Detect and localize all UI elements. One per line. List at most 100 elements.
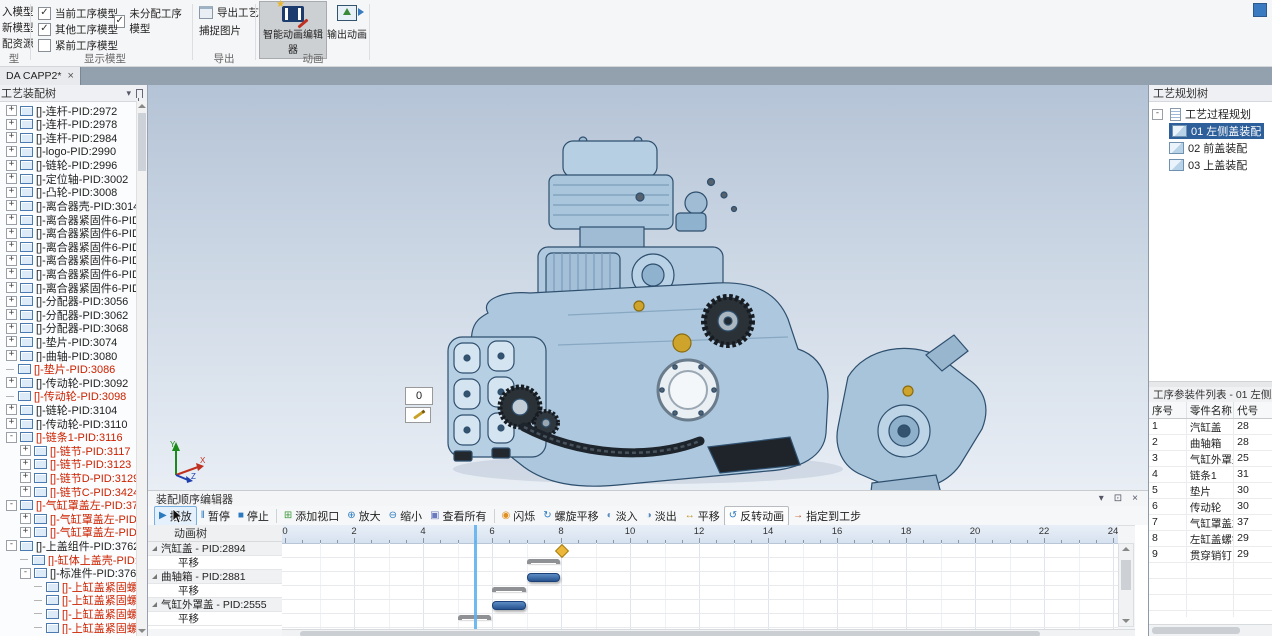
expand-icon[interactable]: + <box>20 459 31 470</box>
parts-column-header[interactable]: 零件名称 <box>1187 402 1234 418</box>
collapse-icon[interactable]: - <box>6 432 17 443</box>
assembly-tree-item[interactable]: +[]-分配器-PID:3062 <box>0 308 137 322</box>
assembly-tree-item[interactable]: +[]-分配器-PID:3068 <box>0 322 137 336</box>
keyframe-diamond[interactable] <box>555 544 569 558</box>
assembly-tree-item[interactable]: +[]-气缸罩盖左-PID: <box>0 526 137 540</box>
collapse-icon[interactable]: - <box>6 540 17 551</box>
assembly-tree-item[interactable]: +[]-垫片-PID:3074 <box>0 335 137 349</box>
parts-table-row[interactable]: 7气缸罩盖左37 <box>1149 515 1272 531</box>
collapse-arrow-icon[interactable] <box>152 602 157 607</box>
timeline[interactable]: 024681012141618202224 <box>282 525 1118 629</box>
assembly-tree-item[interactable]: +[]-离合器紧固件6-PID: <box>0 254 137 268</box>
assembly-tree-item[interactable]: +[]-logo-PID:2990 <box>0 145 137 159</box>
expand-icon[interactable]: + <box>6 214 17 225</box>
expand-icon[interactable]: + <box>6 418 17 429</box>
parts-table-row[interactable]: 5垫片30 <box>1149 483 1272 499</box>
checkbox-checked-icon[interactable]: ✓ <box>38 7 51 20</box>
pin-icon[interactable] <box>136 89 143 98</box>
assembly-tree-item[interactable]: +[]-链节D-PID:3129 <box>0 471 137 485</box>
expand-icon[interactable]: + <box>6 173 17 184</box>
pin-icon[interactable]: ⊡ <box>1114 493 1122 504</box>
assembly-tree-item[interactable]: +[]-链轮-PID:3104 <box>0 403 137 417</box>
expand-icon[interactable]: + <box>6 404 17 415</box>
ribbon-export-button[interactable]: 导出工艺 <box>194 5 259 20</box>
timeline-ruler[interactable]: 024681012141618202224 <box>282 525 1118 544</box>
seq-flash-button[interactable]: ◉闪烁 <box>498 507 540 525</box>
ribbon-extra-icon[interactable] <box>1253 3 1267 17</box>
anim-track-part[interactable]: 曲轴箱 - PID:2881 <box>148 570 282 584</box>
assembly-tree-item[interactable]: -[]-链条1-PID:3116 <box>0 430 137 444</box>
gantt-action-bar[interactable] <box>492 601 526 610</box>
display-model-checkbox[interactable]: ✓其他工序模型 <box>38 22 118 37</box>
expand-icon[interactable]: + <box>6 296 17 307</box>
process-item[interactable]: 02 前盖装配 <box>1169 140 1247 156</box>
seq-reverse-button[interactable]: ↺反转动画 <box>724 506 789 526</box>
expand-icon[interactable]: + <box>20 486 31 497</box>
parts-table-row[interactable]: 9贯穿销钉29 <box>1149 547 1272 563</box>
assembly-tree-item[interactable]: +[]-定位轴-PID:3002 <box>0 172 137 186</box>
assembly-tree-item[interactable]: []-上缸盖紧固螺钉 <box>0 621 137 635</box>
display-model-checkbox[interactable]: ✓未分配工序模型 <box>114 6 192 36</box>
parts-column-header[interactable]: 序号 <box>1149 402 1187 418</box>
process-item[interactable]: 03 上盖装配 <box>1169 157 1247 173</box>
chevron-down-icon[interactable]: ▾ <box>1099 493 1104 504</box>
document-tab[interactable]: DA CAPP2* × <box>0 67 81 85</box>
assembly-tree-item[interactable]: +[]-气缸罩盖左-PID: <box>0 512 137 526</box>
ribbon-export-button[interactable]: 捕捉图片 <box>194 23 241 38</box>
anim-track-action[interactable]: 平移 <box>148 584 282 598</box>
assembly-tree-item[interactable]: +[]-离合器紧固件6-PID: <box>0 226 137 240</box>
scrollbar-thumb[interactable] <box>138 113 146 171</box>
anim-track-action[interactable]: 平移 <box>148 556 282 570</box>
assembly-tree-item[interactable]: []-上缸盖紧固螺钉 <box>0 607 137 621</box>
seq-assign-step-button[interactable]: →指定到工步 <box>789 507 865 525</box>
annotation-edit-box[interactable] <box>405 407 431 423</box>
viewport-3d[interactable]: 0 Y X Z <box>148 85 1148 490</box>
annotation-value-box[interactable]: 0 <box>405 387 433 405</box>
assembly-tree-item[interactable]: []-上缸盖紧固螺钉 <box>0 580 137 594</box>
collapse-arrow-icon[interactable] <box>152 546 157 551</box>
assembly-tree-item[interactable]: +[]-传动轮-PID:3092 <box>0 376 137 390</box>
assembly-tree-item[interactable]: +[]-链节C-PID:3424 <box>0 485 137 499</box>
expand-icon[interactable]: + <box>20 527 31 538</box>
timeline-vertical-scrollbar[interactable] <box>1118 543 1134 627</box>
timeline-horizontal-scrollbar[interactable] <box>282 629 1135 636</box>
assembly-tree-item[interactable]: +[]-离合器壳-PID:3014 <box>0 199 137 213</box>
collapse-arrow-icon[interactable] <box>152 574 157 579</box>
checkbox-checked-icon[interactable]: ✓ <box>38 23 51 36</box>
seq-fade-out-button[interactable]: ◑淡出 <box>642 507 681 525</box>
expand-icon[interactable]: + <box>6 323 17 334</box>
anim-track-part[interactable]: 汽缸盖 - PID:2894 <box>148 542 282 556</box>
parts-table-row[interactable]: 2曲轴箱28 <box>1149 435 1272 451</box>
anim-track-part[interactable]: 气缸外罩盖 - PID:2555 <box>148 598 282 612</box>
scroll-down-icon[interactable] <box>138 629 146 633</box>
scrollbar-thumb[interactable] <box>1121 560 1131 590</box>
expand-icon[interactable]: + <box>6 187 17 198</box>
assembly-tree-item[interactable]: +[]-凸轮-PID:3008 <box>0 186 137 200</box>
assembly-tree-item[interactable]: +[]-链轮-PID:2996 <box>0 158 137 172</box>
assembly-tree-scrollbar[interactable] <box>136 101 147 636</box>
expand-icon[interactable]: + <box>6 350 17 361</box>
parts-table-row[interactable]: 4链条131 <box>1149 467 1272 483</box>
assembly-tree-item[interactable]: +[]-离合器紧固件6-PID: <box>0 281 137 295</box>
seq-pan-button[interactable]: ↔平移 <box>681 507 724 525</box>
seq-view-all-button[interactable]: ▣查看所有 <box>426 507 490 525</box>
expand-icon[interactable]: + <box>6 146 17 157</box>
expand-icon[interactable]: + <box>6 377 17 388</box>
parts-column-header[interactable]: 代号 <box>1234 402 1272 418</box>
chevron-down-icon[interactable]: ▾ <box>126 88 131 99</box>
scroll-up-icon[interactable] <box>1122 547 1130 551</box>
parts-table-row[interactable]: 1汽缸盖28 <box>1149 419 1272 435</box>
scroll-down-icon[interactable] <box>1122 619 1130 623</box>
assembly-tree-item[interactable]: +[]-连杆-PID:2984 <box>0 131 137 145</box>
expand-icon[interactable]: + <box>20 472 31 483</box>
expand-icon[interactable]: + <box>6 282 17 293</box>
expand-collapse-icon[interactable]: - <box>1152 109 1163 120</box>
expand-icon[interactable]: + <box>6 255 17 266</box>
assembly-tree-item[interactable]: +[]-传动轮-PID:3110 <box>0 417 137 431</box>
expand-icon[interactable]: + <box>6 336 17 347</box>
display-model-checkbox[interactable]: ✓当前工序模型 <box>38 6 118 21</box>
expand-icon[interactable]: + <box>6 160 17 171</box>
seq-fade-in-button[interactable]: ◐淡入 <box>603 507 642 525</box>
expand-icon[interactable]: + <box>6 241 17 252</box>
gantt-range-bar[interactable] <box>527 559 561 564</box>
